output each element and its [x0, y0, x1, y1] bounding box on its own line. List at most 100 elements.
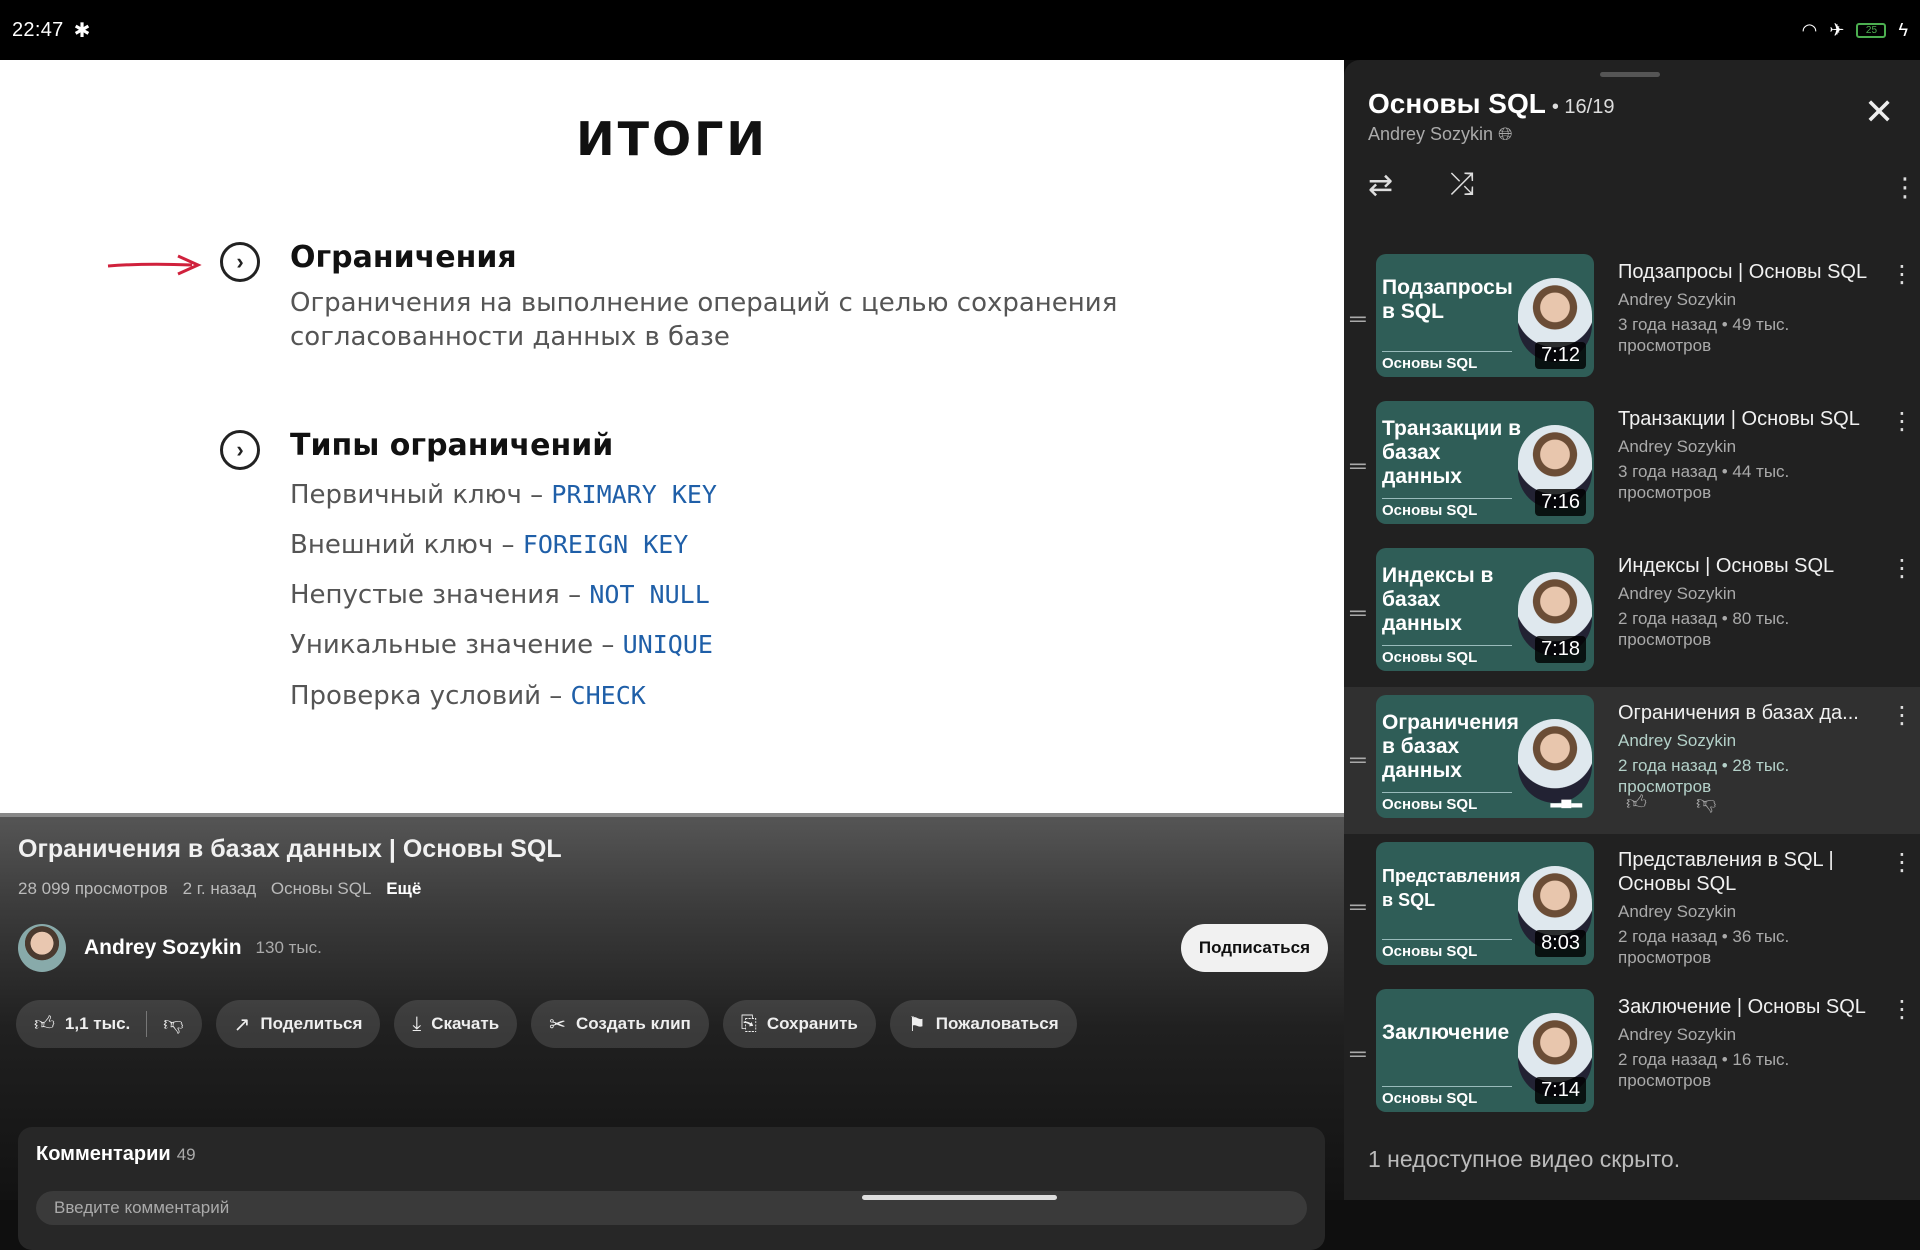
more-vert-icon[interactable]: ⋮	[1890, 407, 1914, 436]
playlist-author: Andrey Sozykin 🌐︎	[1368, 124, 1512, 145]
playlist-link[interactable]: Основы SQL	[271, 879, 372, 898]
thumbnail[interactable]: Транзакции в базах данных Основы SQL 7:16	[1376, 401, 1594, 524]
list-item[interactable]: ═ Транзакции в базах данных Основы SQL 7:1…	[1344, 393, 1920, 540]
drag-icon[interactable]: ═	[1350, 1041, 1366, 1067]
bookmark-icon: ⎘	[740, 1012, 757, 1035]
type-label: Проверка условий –	[290, 681, 571, 711]
item-text: Индексы | Основы SQL Andrey Sozykin 2 года…	[1618, 554, 1878, 650]
slide-type-row: Внешний ключ – FOREIGN KEY	[290, 530, 688, 560]
save-button[interactable]: ⎘ Сохранить	[722, 1000, 876, 1048]
type-keyword: NOT NULL	[589, 580, 710, 609]
home-indicator[interactable]	[862, 1195, 1057, 1200]
thumbnail[interactable]: Представления в SQL Основы SQL 8:03	[1376, 842, 1594, 965]
drag-icon[interactable]: ═	[1350, 600, 1366, 626]
thumb-series: Основы SQL	[1382, 355, 1478, 372]
share-button[interactable]: ↗ Поделиться	[215, 1000, 381, 1048]
item-title: Индексы | Основы SQL	[1618, 555, 1835, 577]
subscribe-button[interactable]: Подписаться	[1180, 924, 1328, 972]
thumb-title: Ограничения в базах данных	[1382, 711, 1519, 782]
thumbnail[interactable]: Индексы в базах данных Основы SQL 7:18	[1376, 548, 1594, 671]
playlist-name: Основы SQL	[1368, 88, 1546, 119]
download-button[interactable]: ⤓ Скачать	[394, 1000, 518, 1048]
like-count[interactable]: 1,1 тыс.	[65, 1014, 130, 1034]
more-link[interactable]: Ещё	[386, 879, 421, 898]
thumbnail[interactable]: Заключение Основы SQL 7:14	[1376, 989, 1594, 1112]
item-title: Транзакции | Основы SQL	[1618, 408, 1860, 430]
upload-age: 2 г. назад	[182, 879, 257, 898]
list-item[interactable]: ═ Представления в SQL Основы SQL 8:03 Пред…	[1344, 834, 1920, 981]
thumbs-up-icon[interactable]: 👍︎	[34, 1012, 55, 1036]
duration-badge: 7:12	[1535, 342, 1586, 369]
chevron-circle-icon: ›	[220, 242, 260, 282]
slide-type-row: Уникальные значение – UNIQUE	[290, 630, 713, 660]
more-vert-icon[interactable]: ⋮	[1890, 701, 1914, 730]
item-author: Andrey Sozykin	[1618, 902, 1737, 921]
thumbs-down-icon[interactable]: 👎︎	[1696, 791, 1716, 815]
drag-icon[interactable]: ═	[1350, 453, 1366, 479]
status-time: 22:47	[12, 18, 64, 41]
divider	[1382, 645, 1512, 646]
download-icon: ⤓	[412, 1012, 422, 1035]
video-title: Ограничения в базах данных | Основы SQL	[18, 835, 562, 863]
clip-button[interactable]: ✂ Создать клип	[531, 1000, 709, 1048]
list-item[interactable]: ═ Заключение Основы SQL 7:14 Заключение | …	[1344, 981, 1920, 1128]
comment-input[interactable]: Введите комментарий	[36, 1191, 1307, 1225]
wifi-icon: ◠	[1801, 19, 1818, 40]
item-title: Подзапросы | Основы SQL	[1618, 261, 1868, 283]
playlist-list: ═ Подзапросы в SQL Основы SQL 7:12 Подзапр…	[1344, 246, 1920, 1128]
thumb-title: Транзакции в базах данных	[1382, 417, 1522, 488]
drag-icon[interactable]: ═	[1350, 747, 1366, 773]
item-text: Представления в SQL | Основы SQL Andrey S…	[1618, 848, 1878, 968]
now-playing-icon: ▂▄▂	[1550, 791, 1582, 807]
drag-icon[interactable]: ═	[1350, 894, 1366, 920]
shuffle-icon[interactable]: ⤮	[1450, 168, 1474, 202]
report-button[interactable]: ⚑ Пожаловаться	[889, 1000, 1077, 1048]
thumbs-up-icon[interactable]: 👍︎	[1626, 791, 1647, 815]
more-vert-icon[interactable]: ⋮	[1890, 848, 1914, 877]
list-item[interactable]: ═ Подзапросы в SQL Основы SQL 7:12 Подзапр…	[1344, 246, 1920, 393]
thumbnail[interactable]: Ограничения в базах данных Основы SQL ▂▄▂	[1376, 695, 1594, 818]
slide-title: ИТОГИ	[576, 112, 768, 166]
slide-type-row: Первичный ключ – PRIMARY KEY	[290, 480, 717, 510]
comments-section[interactable]: Комментарии 49 Введите комментарий	[18, 1127, 1325, 1250]
slide-item1-desc: Ограничения на выполнение операций с цел…	[290, 288, 1118, 352]
more-vert-icon[interactable]: ⋮	[1892, 172, 1918, 203]
video-meta[interactable]: 28 099 просмотров 2 г. назад Основы SQL …	[18, 879, 431, 899]
drag-icon[interactable]: ═	[1350, 306, 1366, 332]
comments-count: 49	[176, 1145, 196, 1164]
thumbnail[interactable]: Подзапросы в SQL Основы SQL 7:12	[1376, 254, 1594, 377]
duration-badge: 8:03	[1535, 930, 1586, 957]
avatar[interactable]	[18, 924, 66, 972]
clip-label: Создать клип	[575, 1014, 691, 1033]
divider	[1382, 939, 1512, 940]
item-meta: 2 года назад • 16 тыс. просмотров	[1618, 1050, 1790, 1090]
thumb-series: Основы SQL	[1382, 943, 1478, 960]
list-item[interactable]: ═ Индексы в базах данных Основы SQL 7:18 И…	[1344, 540, 1920, 687]
channel-name[interactable]: Andrey Sozykin	[84, 936, 242, 960]
playlist-panel: Основы SQL • 16/19 Andrey Sozykin 🌐︎ ✕ ⇄ …	[1344, 60, 1920, 1200]
thumbs-down-icon[interactable]: 👎︎	[163, 1012, 183, 1036]
item-author: Andrey Sozykin	[1618, 731, 1737, 750]
type-label: Внешний ключ –	[290, 530, 523, 560]
playlist-position: • 16/19	[1551, 96, 1615, 118]
slide-item1-title: Ограничения	[290, 240, 517, 275]
video-player[interactable]: ИТОГИ › Ограничения Ограничения на выпол…	[0, 60, 1344, 813]
type-keyword: UNIQUE	[622, 630, 713, 659]
like-dislike-group: 👍︎ 1,1 тыс. 👎︎	[16, 1000, 202, 1048]
more-vert-icon[interactable]: ⋮	[1890, 554, 1914, 583]
list-item-current[interactable]: ═ Ограничения в базах данных Основы SQL ▂▄…	[1344, 687, 1920, 834]
hidden-videos-note: 1 недоступное видео скрыто.	[1368, 1146, 1681, 1172]
close-icon[interactable]: ✕	[1864, 94, 1894, 130]
comments-label: Комментарии	[36, 1143, 171, 1165]
more-vert-icon[interactable]: ⋮	[1890, 260, 1914, 289]
playlist-author-name: Andrey Sozykin	[1368, 124, 1494, 144]
thumb-title: Индексы в базах данных	[1382, 564, 1494, 635]
repeat-icon[interactable]: ⇄	[1368, 168, 1393, 203]
video-info: Ограничения в базах данных | Основы SQL …	[0, 817, 1344, 1250]
type-keyword: FOREIGN KEY	[522, 530, 689, 559]
share-label: Поделиться	[260, 1014, 363, 1033]
drag-handle[interactable]	[1600, 72, 1660, 77]
globe-icon: 🌐︎	[1498, 124, 1513, 144]
slide-type-row: Проверка условий – CHECK	[290, 681, 646, 711]
more-vert-icon[interactable]: ⋮	[1890, 995, 1914, 1024]
